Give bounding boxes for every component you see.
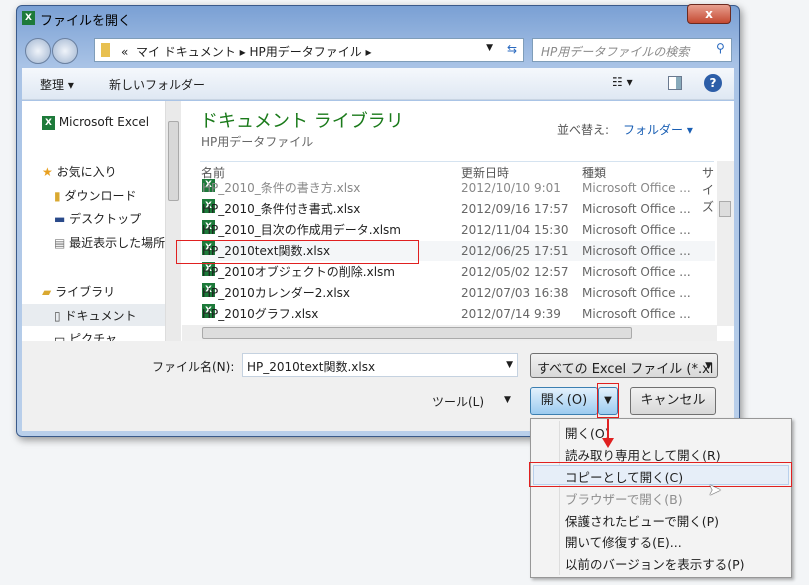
menu-item-open-protected-view[interactable]: 保護されたビューで開く(P) bbox=[565, 511, 719, 530]
open-options-menu: 開く(O) 読み取り専用として開く(R) コピーとして開く(C) ブラウザーで開… bbox=[530, 418, 792, 578]
cancel-button[interactable]: キャンセル bbox=[630, 387, 716, 415]
breadcrumb-hp-data[interactable]: HP用データファイル bbox=[249, 45, 361, 59]
file-row[interactable]: X HP_2010オブジェクトの削除.xlsm 2012/05/02 12:57 M… bbox=[200, 262, 715, 282]
nav-documents[interactable]: ドキュメント bbox=[64, 309, 136, 323]
close-button[interactable]: x bbox=[687, 4, 731, 24]
file-row[interactable]: X HP_2010グラフ.xlsx 2012/07/14 9:39 Microsof… bbox=[200, 304, 715, 321]
menu-item-open-and-repair[interactable]: 開いて修復する(E)... bbox=[565, 532, 682, 551]
excel-icon: X bbox=[22, 11, 35, 25]
chevron-down-icon[interactable]: ▼ bbox=[486, 43, 493, 53]
new-folder-button[interactable]: 新しいフォルダー bbox=[109, 76, 205, 93]
tools-button[interactable]: ツール(L) bbox=[432, 393, 484, 410]
sidebar-scrollbar[interactable] bbox=[165, 101, 181, 341]
menu-item-show-previous-versions[interactable]: 以前のバージョンを表示する(P) bbox=[565, 554, 745, 573]
header-divider bbox=[200, 161, 714, 162]
preview-pane-icon[interactable] bbox=[668, 76, 682, 90]
file-row[interactable]: X HP_2010_目次の作成用データ.xlsm 2012/11/04 15:30… bbox=[200, 220, 715, 240]
horizontal-scrollbar[interactable] bbox=[182, 325, 717, 341]
library-subtitle: HP用データファイル bbox=[201, 135, 314, 149]
breadcrumb-overflow[interactable]: « bbox=[121, 45, 128, 59]
address-bar[interactable]: « マイ ドキュメント ▸ HP用データファイル ▸ ▼ ⇆ bbox=[94, 38, 524, 62]
nav-microsoft-excel[interactable]: Microsoft Excel bbox=[59, 115, 149, 129]
search-input[interactable]: HP用データファイルの検索 bbox=[532, 38, 732, 62]
back-button[interactable] bbox=[25, 38, 51, 64]
nav-recent-places[interactable]: 最近表示した場所 bbox=[69, 236, 165, 250]
file-type-filter[interactable]: すべての Excel ファイル (*.xl ▼ bbox=[530, 353, 718, 378]
arrow-head-icon bbox=[602, 438, 614, 448]
filename-label: ファイル名(N): bbox=[152, 360, 235, 374]
help-icon[interactable]: ? bbox=[704, 74, 722, 92]
sort-dropdown[interactable]: フォルダー ▾ bbox=[623, 121, 693, 138]
recent-places-icon: ▤ bbox=[54, 236, 66, 250]
open-button[interactable]: 開く(O) bbox=[530, 387, 598, 415]
library-icon: ▰ bbox=[42, 285, 52, 299]
organize-button[interactable]: 整理 ▾ bbox=[40, 76, 74, 93]
desktop-icon: ▬ bbox=[54, 212, 66, 226]
highlight-box-dropdown bbox=[597, 383, 619, 418]
mouse-cursor-icon: ➤ bbox=[708, 480, 722, 499]
navigation-pane: X Microsoft Excel ★ お気に入り ▮ ダウンロード ▬ デスク… bbox=[22, 101, 182, 341]
scrollbar-thumb[interactable] bbox=[719, 201, 731, 217]
scrollbar-thumb[interactable] bbox=[168, 121, 179, 201]
highlight-box-file bbox=[176, 240, 419, 264]
scrollbar-thumb[interactable] bbox=[202, 327, 632, 339]
download-folder-icon: ▮ bbox=[54, 189, 61, 203]
nav-downloads[interactable]: ダウンロード bbox=[64, 189, 136, 203]
file-row[interactable]: X HP_2010カレンダー2.xlsx 2012/07/03 16:38 Micr… bbox=[200, 283, 715, 303]
nav-libraries[interactable]: ライブラリ bbox=[55, 285, 115, 299]
highlight-box-copy bbox=[529, 462, 792, 487]
menu-item-open-in-browser: ブラウザーで開く(B) bbox=[565, 492, 683, 507]
forward-button[interactable] bbox=[52, 38, 78, 64]
star-icon: ★ bbox=[42, 165, 53, 179]
folder-icon bbox=[101, 43, 110, 57]
excel-icon: X bbox=[42, 115, 55, 130]
dialog-title: ファイルを開く bbox=[40, 14, 132, 29]
library-title: ドキュメント ライブラリ bbox=[200, 111, 404, 132]
breadcrumb-my-documents[interactable]: マイ ドキュメント bbox=[136, 45, 236, 59]
filename-input[interactable]: HP_2010text関数.xlsx ▼ bbox=[242, 353, 518, 377]
pictures-icon: ▭ bbox=[54, 332, 66, 341]
toolbar: 整理 ▾ 新しいフォルダー ☷ ▾ ? bbox=[22, 68, 734, 100]
vertical-scrollbar[interactable] bbox=[717, 161, 734, 326]
file-row[interactable]: X HP_2010_条件の書き方.xlsx 2012/10/10 9:01 Micr… bbox=[200, 179, 715, 198]
document-icon: ▯ bbox=[54, 309, 61, 323]
view-icon[interactable]: ☷ ▾ bbox=[612, 75, 633, 89]
nav-favorites[interactable]: お気に入り bbox=[57, 165, 117, 179]
file-row[interactable]: X HP_2010_条件付き書式.xlsx 2012/09/16 17:57 Mic… bbox=[200, 199, 715, 219]
nav-pictures[interactable]: ピクチャ bbox=[69, 332, 117, 341]
nav-desktop[interactable]: デスクトップ bbox=[69, 212, 141, 226]
search-icon[interactable]: ⚲ bbox=[716, 41, 725, 55]
refresh-icon[interactable]: ⇆ bbox=[507, 42, 517, 56]
chevron-down-icon[interactable]: ▼ bbox=[506, 360, 513, 370]
sort-label: 並べ替え: bbox=[557, 123, 610, 137]
chevron-down-icon: ▼ bbox=[504, 395, 511, 405]
file-list: ドキュメント ライブラリ HP用データファイル 並べ替え: フォルダー ▾ 名前… bbox=[176, 101, 734, 341]
